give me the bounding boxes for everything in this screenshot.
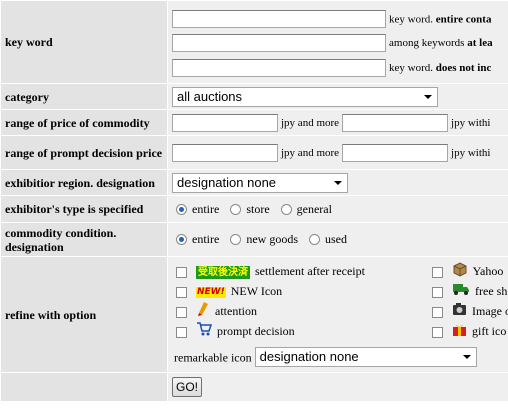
price-max-unit: jpy withi	[451, 116, 491, 129]
keyword-note-among: among keywords at lea	[389, 36, 493, 49]
attention-icon	[196, 301, 210, 323]
search-form-table: key word key word. entire conta among ke…	[0, 0, 508, 402]
price-max-input[interactable]	[342, 113, 449, 132]
radio-condition-used[interactable]	[309, 234, 320, 246]
option-gift[interactable]: gift ico	[430, 321, 506, 341]
cart-icon	[196, 322, 213, 342]
condition-radios: entire new goods used	[168, 223, 508, 256]
keyword-label: key word	[1, 1, 167, 83]
region-select[interactable]: designation none	[172, 172, 348, 193]
prompt-price-label: range of prompt decision price	[1, 136, 167, 169]
checkbox-image[interactable]	[432, 306, 443, 318]
settlement-icon: 受取後決済	[196, 265, 250, 279]
radio-condition-entire[interactable]	[176, 234, 187, 246]
keyword-note-exclude: key word. does not inc	[389, 61, 492, 74]
remarkable-icon-label: remarkable icon	[174, 350, 252, 365]
option-yahoo[interactable]: Yahoo	[430, 261, 503, 281]
prompt-price-max-unit: jpy withi	[451, 146, 491, 159]
category-label: category	[1, 84, 167, 109]
radio-exhibitor-store[interactable]	[230, 203, 242, 215]
option-new[interactable]: NEW! NEW Icon	[174, 281, 282, 301]
truck-icon	[452, 282, 470, 302]
checkbox-settlement[interactable]	[176, 266, 187, 278]
radio-exhibitor-general[interactable]	[280, 203, 292, 215]
chevron-down-icon	[424, 94, 432, 99]
keyword-note-entire: key word. entire conta	[389, 12, 492, 25]
refine-label: refine with option	[1, 257, 167, 372]
chevron-down-icon	[462, 355, 471, 360]
new-icon: NEW!	[196, 286, 226, 298]
price-min-input[interactable]	[172, 113, 278, 132]
exhibitor-type-radios: entire store general	[168, 196, 508, 222]
option-settlement[interactable]: 受取後決済 settlement after receipt	[174, 261, 365, 281]
exhibitor-type-label: exhibitor's type is specified	[1, 196, 167, 222]
category-select[interactable]: all auctions	[172, 86, 438, 107]
radio-condition-new[interactable]	[230, 234, 242, 246]
option-image[interactable]: Image o	[430, 301, 508, 321]
condition-label: commodity condition. designation	[1, 223, 167, 256]
checkbox-attention[interactable]	[176, 306, 187, 318]
option-free-shipping[interactable]: free sh	[430, 281, 507, 301]
radio-exhibitor-entire[interactable]	[176, 203, 187, 215]
box-icon	[452, 261, 468, 283]
checkbox-prompt-decision[interactable]	[176, 326, 187, 338]
prompt-price-min-unit: jpy and more	[281, 146, 340, 159]
prompt-price-max-input[interactable]	[342, 143, 449, 162]
remarkable-icon-select[interactable]: designation none	[254, 347, 477, 368]
price-label: range of price of commodity	[1, 110, 167, 135]
submit-row-label	[1, 373, 167, 401]
chevron-down-icon	[334, 180, 342, 185]
checkbox-free-shipping[interactable]	[432, 286, 443, 298]
checkbox-new[interactable]	[176, 286, 187, 298]
keyword-input-exclude[interactable]	[172, 58, 386, 77]
checkbox-yahoo[interactable]	[432, 266, 443, 278]
keyword-input-among[interactable]	[172, 33, 386, 52]
go-button[interactable]: GO!	[172, 377, 203, 397]
price-min-unit: jpy and more	[281, 116, 340, 129]
option-prompt-decision[interactable]: prompt decision	[174, 321, 295, 341]
prompt-price-min-input[interactable]	[172, 143, 278, 162]
keyword-input-entire[interactable]	[172, 9, 386, 28]
region-label: exhibitior region. designation	[1, 170, 167, 195]
option-attention[interactable]: attention	[174, 301, 257, 321]
checkbox-gift[interactable]	[432, 326, 443, 338]
gift-icon	[452, 322, 467, 343]
camera-icon	[452, 302, 467, 322]
